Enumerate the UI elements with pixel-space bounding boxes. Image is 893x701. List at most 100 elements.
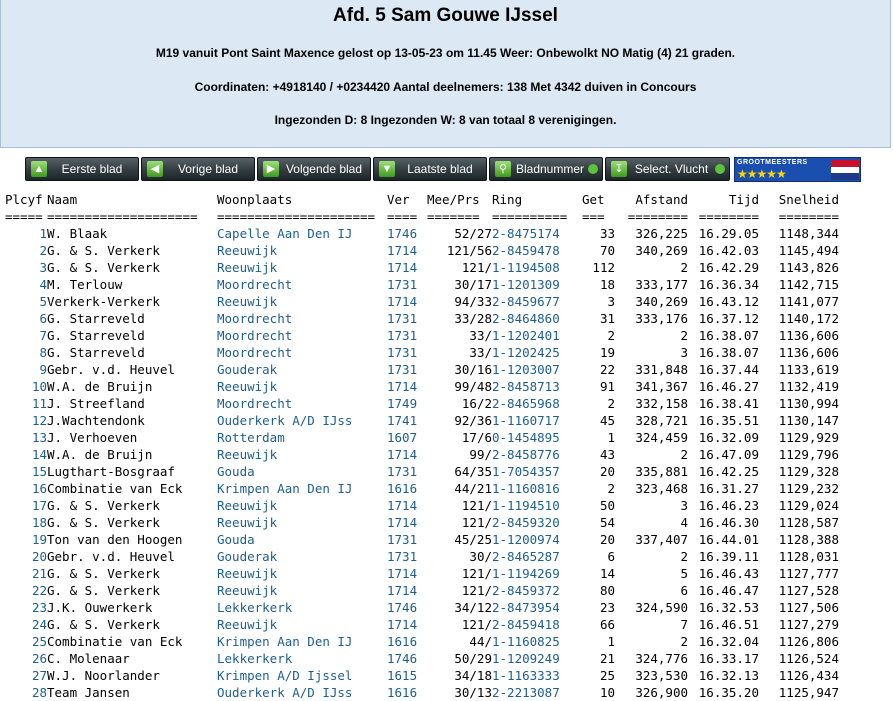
cell-distance: 341,367 <box>635 379 688 394</box>
cell-entries: 52/27 <box>454 226 492 241</box>
cell-name: C. Molenaar <box>47 651 130 666</box>
cell-distance: 333,176 <box>635 311 688 326</box>
cell-club: 1616 <box>387 685 418 700</box>
cell-entries: 45/25 <box>454 532 492 547</box>
cell-name: G. & S. Verkerk <box>47 583 160 598</box>
cell-location: Moordrecht <box>217 328 293 343</box>
cell-ring: 1-1163333 <box>492 668 560 683</box>
cell-distance: 2 <box>680 260 688 275</box>
cell-marked: 21 <box>599 651 615 666</box>
cell-time: 16.43.12 <box>698 294 759 309</box>
table-row: 7 G. Starreveld Moordrecht 1731 33/1-1202401… <box>5 327 839 344</box>
cell-club: 1731 <box>387 311 418 326</box>
cell-marked: 6 <box>607 549 615 564</box>
table-row: 18 G. & S. Verkerk Reeuwijk 1714 121/2-84593… <box>5 514 839 531</box>
cell-name: Gebr. v.d. Heuvel <box>47 549 175 564</box>
cell-ring: 2-8465968 <box>492 396 560 411</box>
table-row: 5 Verkerk-Verkerk Reeuwijk 1714 94/33 2-84596… <box>5 293 839 310</box>
cell-time: 16.37.12 <box>698 311 759 326</box>
cell-distance: 328,721 <box>635 413 688 428</box>
coordinates-info: Coordinaten: +4918140 / +0234420 Aantal … <box>194 80 697 94</box>
cell-time: 16.29.05 <box>698 226 759 241</box>
cell-location: Ouderkerk A/D IJss <box>217 685 353 700</box>
report-header: Afd. 5 Sam Gouwe IJssel M19 vanuit Pont … <box>0 0 891 148</box>
cell-time: 16.38.07 <box>698 328 759 343</box>
cell-speed: 1127,279 <box>778 617 839 632</box>
flight-info: M19 vanuit Pont Saint Maxence gelost op … <box>155 46 736 60</box>
cell-entries: 33/ <box>469 345 492 360</box>
cell-distance: 3 <box>680 345 688 360</box>
cell-club: 1746 <box>387 226 418 241</box>
col-header: Ver <box>387 192 410 207</box>
cell-place: 10 <box>31 379 47 394</box>
cell-club: 1731 <box>387 532 418 547</box>
cell-entries: 50/29 <box>454 651 492 666</box>
cell-place: 15 <box>31 464 47 479</box>
cell-distance: 335,881 <box>635 464 688 479</box>
cell-ring: 1-1194510 <box>492 498 560 513</box>
cell-name: Verkerk-Verkerk <box>47 294 160 309</box>
cell-time: 16.46.43 <box>698 566 759 581</box>
cell-club: 1731 <box>387 464 418 479</box>
cell-marked: 50 <box>599 498 615 513</box>
cell-name: Combinatie van Eck <box>47 634 183 649</box>
next-page-button[interactable]: ▶ Volgende blad <box>257 157 371 181</box>
cell-club: 1714 <box>387 498 418 513</box>
cell-marked: 31 <box>599 311 615 326</box>
cell-club: 1741 <box>387 413 418 428</box>
cell-ring: 2-8458713 <box>492 379 560 394</box>
cell-entries: 99/ <box>469 447 492 462</box>
up-arrow-icon: ▲ <box>31 161 47 177</box>
cell-ring: 1-1209249 <box>492 651 560 666</box>
select-flight-button[interactable]: ↧ Select. Vlucht <box>605 157 730 181</box>
cell-entries: 44/ <box>469 634 492 649</box>
cell-entries: 121/ <box>461 260 492 275</box>
cell-place: 2 <box>39 243 47 258</box>
go-icon <box>715 164 725 174</box>
cell-name: G. & S. Verkerk <box>47 243 160 258</box>
last-page-button[interactable]: ▼ Laatste blad <box>373 157 487 181</box>
table-row: 1 W. Blaak Capelle Aan Den IJ 1746 52/27 2-84… <box>5 225 839 242</box>
cell-distance: 340,269 <box>635 294 688 309</box>
separator: ======== <box>778 209 839 224</box>
cell-place: 11 <box>31 396 47 411</box>
cell-ring: 1-1160825 <box>492 634 560 649</box>
cell-entries: 121/ <box>461 515 492 530</box>
dutch-flag-icon <box>831 160 859 180</box>
first-page-button[interactable]: ▲ Eerste blad <box>25 157 139 181</box>
cell-place: 4 <box>39 277 47 292</box>
table-row: 3 G. & S. Verkerk Reeuwijk 1714 121/1-119450… <box>5 259 839 276</box>
cell-marked: 54 <box>599 515 615 530</box>
cell-club: 1731 <box>387 277 418 292</box>
previous-page-button[interactable]: ◀ Vorige blad <box>141 157 255 181</box>
page-number-button[interactable]: ⚲ Bladnummer <box>489 157 603 181</box>
grootmeesters-badge[interactable]: GROOTMEESTERS ★★★★★ <box>734 157 861 182</box>
table-row: 12 J.Wachtendonk Ouderkerk A/D IJss 1741 92/… <box>5 412 839 429</box>
cell-speed: 1126,434 <box>778 668 839 683</box>
cell-club: 1616 <box>387 634 418 649</box>
cell-distance: 7 <box>680 617 688 632</box>
header-separator-row: ===== ==================== =============… <box>5 208 839 225</box>
cell-place: 28 <box>31 685 47 700</box>
cell-name: G. & S. Verkerk <box>47 515 160 530</box>
cell-place: 13 <box>31 430 47 445</box>
cell-ring: 0-1454895 <box>492 430 560 445</box>
cell-club: 1746 <box>387 651 418 666</box>
cell-time: 16.38.41 <box>698 396 759 411</box>
cell-time: 16.44.01 <box>698 532 759 547</box>
cell-location: Gouda <box>217 532 255 547</box>
col-header: Plcyf <box>5 192 43 207</box>
cell-ring: 1-1203007 <box>492 362 560 377</box>
cell-location: Reeuwijk <box>217 294 278 309</box>
cell-place: 21 <box>31 566 47 581</box>
table-row: 20 Gebr. v.d. Heuvel Gouderak 1731 30/2-8465… <box>5 548 839 565</box>
table-row: 13 J. Verhoeven Rotterdam 1607 17/6 0-1454895… <box>5 429 839 446</box>
cell-time: 16.37.44 <box>698 362 759 377</box>
cell-time: 16.32.04 <box>698 634 759 649</box>
cell-place: 7 <box>39 328 47 343</box>
cell-club: 1714 <box>387 617 418 632</box>
cell-club: 1749 <box>387 396 418 411</box>
cell-club: 1731 <box>387 549 418 564</box>
cell-distance: 326,225 <box>635 226 688 241</box>
cell-name: G. & S. Verkerk <box>47 566 160 581</box>
